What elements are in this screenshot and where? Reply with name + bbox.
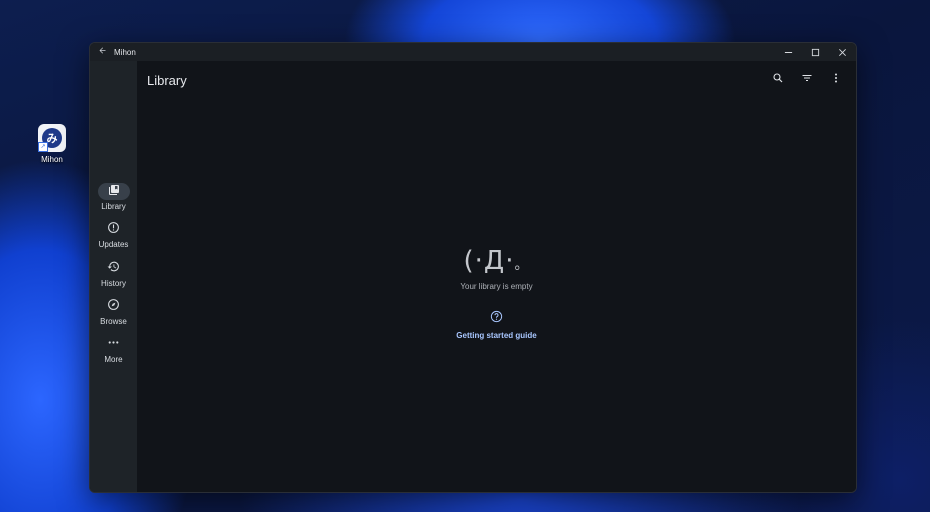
rail-item-label: More <box>104 355 123 364</box>
mihon-app-icon: み ↗ <box>38 124 66 152</box>
close-button[interactable] <box>829 43 856 61</box>
app-window: Mihon Library Updates History Browse Mor… <box>89 42 857 493</box>
maximize-button[interactable] <box>802 43 829 61</box>
more-vert-icon <box>830 71 842 89</box>
empty-face-kaomoji: (·Д·。 <box>463 246 530 276</box>
overflow-menu-button[interactable] <box>821 66 850 95</box>
search-button[interactable] <box>763 66 792 95</box>
rail-item-browse[interactable]: Browse <box>90 298 137 326</box>
back-arrow-icon[interactable] <box>92 46 112 58</box>
library-icon <box>108 183 120 201</box>
window-title: Mihon <box>114 47 136 57</box>
empty-message: Your library is empty <box>460 282 533 291</box>
history-icon <box>107 260 120 278</box>
help-icon <box>490 310 503 328</box>
browse-icon <box>107 298 120 316</box>
navigation-rail: Library Updates History Browse More <box>90 61 137 492</box>
rail-item-label: Updates <box>98 240 129 249</box>
guide-label: Getting started guide <box>456 331 537 340</box>
top-app-bar: Library <box>137 61 856 99</box>
rail-item-label: History <box>101 279 126 288</box>
rail-item-history[interactable]: History <box>90 260 137 288</box>
more-icon <box>107 336 120 354</box>
rail-item-library[interactable]: Library <box>90 183 137 211</box>
rail-item-updates[interactable]: Updates <box>90 221 137 249</box>
desktop-icon-label: Mihon <box>41 155 63 164</box>
rail-item-label: Library <box>101 202 126 211</box>
shortcut-arrow-icon: ↗ <box>38 142 48 152</box>
page-title: Library <box>147 72 187 88</box>
getting-started-guide-button[interactable]: Getting started guide <box>137 310 856 340</box>
desktop-shortcut-mihon[interactable]: み ↗ Mihon <box>34 124 70 164</box>
empty-state: (·Д·。 Your library is empty Getting star… <box>137 247 856 340</box>
search-icon <box>772 71 784 89</box>
filter-button[interactable] <box>792 66 821 95</box>
main-content: Library (·Д·。 Your library is empty Gett… <box>137 61 856 492</box>
minimize-button[interactable] <box>775 43 802 61</box>
title-bar: Mihon <box>90 43 856 61</box>
updates-icon <box>107 221 120 239</box>
rail-item-label: Browse <box>100 317 127 326</box>
rail-item-more[interactable]: More <box>90 336 137 364</box>
filter-icon <box>801 71 813 89</box>
